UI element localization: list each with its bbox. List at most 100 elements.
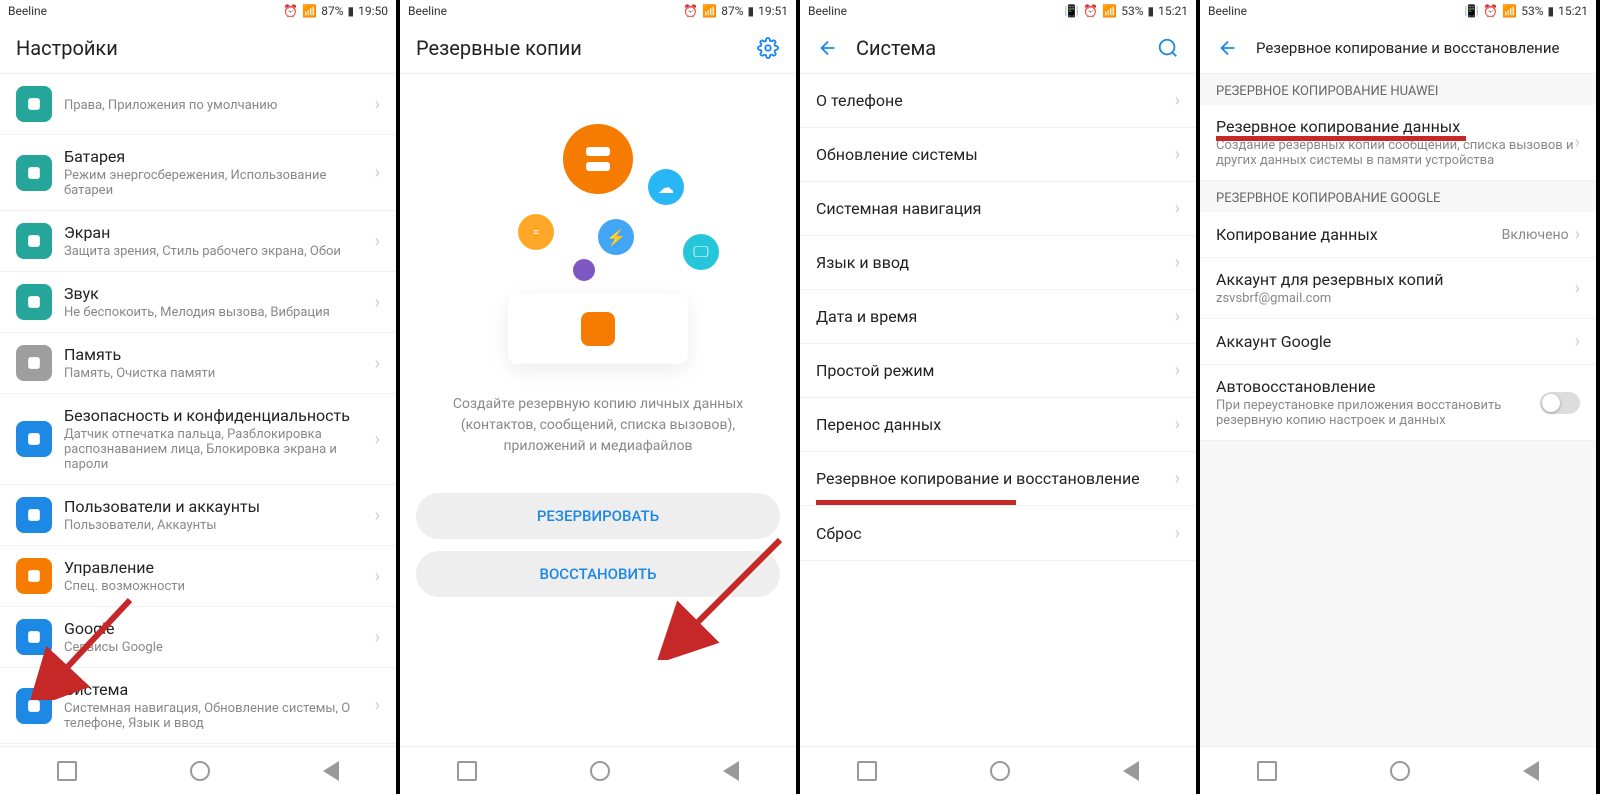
search-icon[interactable] (1156, 36, 1180, 60)
item-icon (16, 86, 52, 122)
chevron-icon: › (375, 353, 380, 374)
item-title: Обновление системы (816, 145, 1175, 164)
nav-recent-button[interactable] (857, 761, 877, 781)
system-item[interactable]: Дата и время› (800, 290, 1196, 344)
settings-item[interactable]: Звук Не беспокоить, Мелодия вызова, Вибр… (0, 272, 396, 333)
settings-item[interactable]: Google Сервисы Google › (0, 607, 396, 668)
settings-item[interactable]: Система Системная навигация, Обновление … (0, 668, 396, 744)
chevron-icon: › (1175, 468, 1180, 489)
system-item[interactable]: О телефоне› (800, 74, 1196, 128)
system-item[interactable]: Системная навигация› (800, 182, 1196, 236)
settings-item[interactable]: Экран Защита зрения, Стиль рабочего экра… (0, 211, 396, 272)
monitor-icon: 🖵 (683, 234, 719, 270)
nav-back-button[interactable] (1523, 761, 1539, 781)
alarm-icon: ⏰ (683, 4, 698, 18)
chevron-icon: › (1175, 198, 1180, 219)
item-value: Включено (1502, 227, 1569, 243)
item-title: Резервное копирование данных (1216, 117, 1575, 136)
chevron-icon: › (375, 94, 380, 115)
nav-back-button[interactable] (323, 761, 339, 781)
back-arrow-icon[interactable] (816, 36, 840, 60)
system-item[interactable]: Простой режим› (800, 344, 1196, 398)
system-item[interactable]: Обновление системы› (800, 128, 1196, 182)
nav-back-button[interactable] (1123, 761, 1139, 781)
nav-home-button[interactable] (990, 761, 1010, 781)
system-item[interactable]: Сброс› (800, 507, 1196, 561)
chevron-icon: › (375, 566, 380, 587)
huawei-backup-item[interactable]: Резервное копирование данных Создание ре… (1200, 105, 1596, 181)
settings-list[interactable]: Права, Приложения по умолчанию › Батарея… (0, 74, 396, 746)
battery-icon: ▮ (348, 4, 355, 18)
vibrate-icon: 📳 (1464, 4, 1479, 18)
backup-restore-list[interactable]: РЕЗЕРВНОЕ КОПИРОВАНИЕ HUAWEI Резервное к… (1200, 74, 1596, 746)
nav-recent-button[interactable] (457, 761, 477, 781)
system-item[interactable]: Язык и ввод› (800, 236, 1196, 290)
settings-item[interactable]: Память Память, Очистка памяти › (0, 333, 396, 394)
page-title: Резервное копирование и восстановление (1256, 39, 1580, 57)
item-title: Дата и время (816, 307, 1175, 326)
system-item[interactable]: Резервное копирование и восстановление› (800, 452, 1196, 506)
item-title: Система (64, 680, 375, 699)
google-item[interactable]: Аккаунт для резервных копий zsvsbrf@gmai… (1200, 258, 1596, 319)
google-item[interactable]: Копирование данных Включено› (1200, 212, 1596, 258)
restore-button[interactable]: ВОССТАНОВИТЬ (416, 551, 780, 597)
google-item[interactable]: Автовосстановление При переустановке при… (1200, 365, 1596, 441)
backup-illustration: ☁ ⚡ ▫ 🖵 Создайте резервную копию личных … (400, 74, 796, 477)
screen-backup-restore: Beeline 📳 ⏰ 📶 53% ▮ 15:21 Резервное копи… (1200, 0, 1600, 794)
nav-recent-button[interactable] (1257, 761, 1277, 781)
item-sub: Память, Очистка памяти (64, 366, 375, 381)
item-icon (16, 223, 52, 259)
alarm-icon: ⏰ (1083, 4, 1098, 18)
nav-recent-button[interactable] (57, 761, 77, 781)
item-title: Безопасность и конфиденциальность (64, 406, 375, 425)
item-title: Пользователи и аккаунты (64, 497, 375, 516)
item-title: Системная навигация (816, 199, 1175, 218)
gear-icon[interactable] (756, 36, 780, 60)
toggle-switch[interactable] (1540, 392, 1580, 414)
system-item[interactable]: Перенос данных› (800, 398, 1196, 452)
section-huawei: РЕЗЕРВНОЕ КОПИРОВАНИЕ HUAWEI (1200, 74, 1596, 105)
item-title: Язык и ввод (816, 253, 1175, 272)
page-title: Резервные копии (416, 36, 756, 60)
item-title: Аккаунт для резервных копий (1216, 270, 1575, 289)
section-google: РЕЗЕРВНОЕ КОПИРОВАНИЕ GOOGLE (1200, 181, 1596, 212)
backup-button[interactable]: РЕЗЕРВИРОВАТЬ (416, 493, 780, 539)
item-title: Перенос данных (816, 415, 1175, 434)
chevron-icon: › (375, 695, 380, 716)
item-title: Аккаунт Google (1216, 332, 1575, 351)
item-sub: Системная навигация, Обновление системы,… (64, 701, 375, 731)
google-item[interactable]: Аккаунт Google › (1200, 319, 1596, 365)
nav-home-button[interactable] (190, 761, 210, 781)
back-arrow-icon[interactable] (1216, 36, 1240, 60)
item-icon (16, 688, 52, 724)
status-bar: Beeline ⏰ 📶 87% ▮ 19:51 (400, 0, 796, 22)
settings-item[interactable]: Безопасность и конфиденциальность Датчик… (0, 394, 396, 485)
system-list[interactable]: О телефоне›Обновление системы›Системная … (800, 74, 1196, 746)
item-sub: zsvsbrf@gmail.com (1216, 291, 1575, 306)
settings-item[interactable]: Управление Спец. возможности › (0, 546, 396, 607)
chevron-icon: › (375, 505, 380, 526)
nav-bar (0, 746, 396, 794)
chevron-icon: › (375, 429, 380, 450)
chevron-icon: › (375, 162, 380, 183)
battery-label: 53% (1521, 4, 1543, 18)
settings-item[interactable]: Батарея Режим энергосбережения, Использо… (0, 135, 396, 211)
item-icon (16, 558, 52, 594)
header: Система (800, 22, 1196, 74)
settings-item[interactable]: Пользователи и аккаунты Пользователи, Ак… (0, 485, 396, 546)
battery-label: 53% (1121, 4, 1143, 18)
usb-icon: ⚡ (598, 219, 634, 255)
settings-item[interactable]: Права, Приложения по умолчанию › (0, 74, 396, 135)
status-bar: Beeline ⏰ 📶 87% ▮ 19:50 (0, 0, 396, 22)
status-bar: Beeline 📳 ⏰ 📶 53% ▮ 15:21 (800, 0, 1196, 22)
nav-home-button[interactable] (1390, 761, 1410, 781)
chevron-icon: › (375, 231, 380, 252)
item-title: Простой режим (816, 361, 1175, 380)
carrier-label: Beeline (1208, 4, 1247, 18)
nav-bar (1200, 746, 1596, 794)
nav-back-button[interactable] (723, 761, 739, 781)
time-label: 19:51 (758, 4, 788, 18)
dot-icon (573, 259, 595, 281)
chevron-icon: › (1175, 360, 1180, 381)
nav-home-button[interactable] (590, 761, 610, 781)
